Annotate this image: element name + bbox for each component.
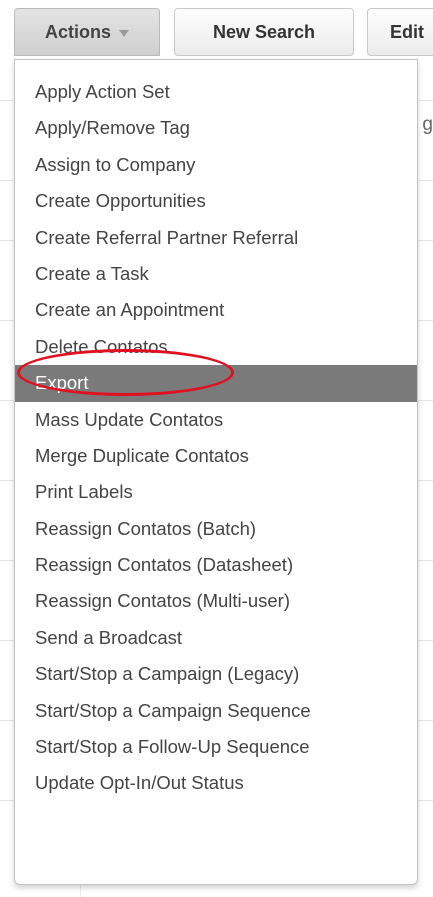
- menu-item-assign-to-company[interactable]: Assign to Company: [15, 147, 417, 183]
- menu-item-update-opt-in-out-status[interactable]: Update Opt-In/Out Status: [15, 765, 417, 801]
- menu-item-mass-update-contatos[interactable]: Mass Update Contatos: [15, 402, 417, 438]
- menu-item-reassign-contatos-datasheet[interactable]: Reassign Contatos (Datasheet): [15, 547, 417, 583]
- menu-item-start-stop-campaign-sequence[interactable]: Start/Stop a Campaign Sequence: [15, 693, 417, 729]
- menu-item-start-stop-follow-up-sequence[interactable]: Start/Stop a Follow-Up Sequence: [15, 729, 417, 765]
- new-search-button-label: New Search: [212, 21, 316, 42]
- edit-button-label: Edit: [390, 21, 424, 42]
- new-search-button[interactable]: New Search: [174, 8, 354, 56]
- menu-item-create-a-task[interactable]: Create a Task: [15, 256, 417, 292]
- menu-item-apply-action-set[interactable]: Apply Action Set: [15, 74, 417, 110]
- chevron-down-icon: [119, 29, 129, 37]
- background-partial-text: g: [422, 114, 433, 135]
- menu-item-create-opportunities[interactable]: Create Opportunities: [15, 183, 417, 219]
- menu-item-start-stop-campaign-legacy[interactable]: Start/Stop a Campaign (Legacy): [15, 656, 417, 692]
- menu-item-print-labels[interactable]: Print Labels: [15, 474, 417, 510]
- menu-item-create-referral-partner-referral[interactable]: Create Referral Partner Referral: [15, 220, 417, 256]
- menu-item-reassign-contatos-multi-user[interactable]: Reassign Contatos (Multi-user): [15, 583, 417, 619]
- menu-item-merge-duplicate-contatos[interactable]: Merge Duplicate Contatos: [15, 438, 417, 474]
- edit-button[interactable]: Edit: [367, 8, 433, 56]
- menu-item-apply-remove-tag[interactable]: Apply/Remove Tag: [15, 110, 417, 146]
- actions-dropdown-menu: Apply Action Set Apply/Remove Tag Assign…: [14, 59, 418, 885]
- toolbar: Actions New Search Edit: [0, 0, 433, 60]
- actions-button[interactable]: Actions: [14, 8, 160, 56]
- actions-button-label: Actions: [44, 21, 111, 42]
- menu-item-create-an-appointment[interactable]: Create an Appointment: [15, 292, 417, 328]
- menu-item-reassign-contatos-batch[interactable]: Reassign Contatos (Batch): [15, 511, 417, 547]
- menu-item-export[interactable]: Export: [15, 365, 417, 402]
- page: g Actions New Search Edit Apply Action S…: [0, 0, 433, 897]
- menu-item-delete-contatos[interactable]: Delete Contatos: [15, 329, 417, 365]
- menu-item-send-a-broadcast[interactable]: Send a Broadcast: [15, 620, 417, 656]
